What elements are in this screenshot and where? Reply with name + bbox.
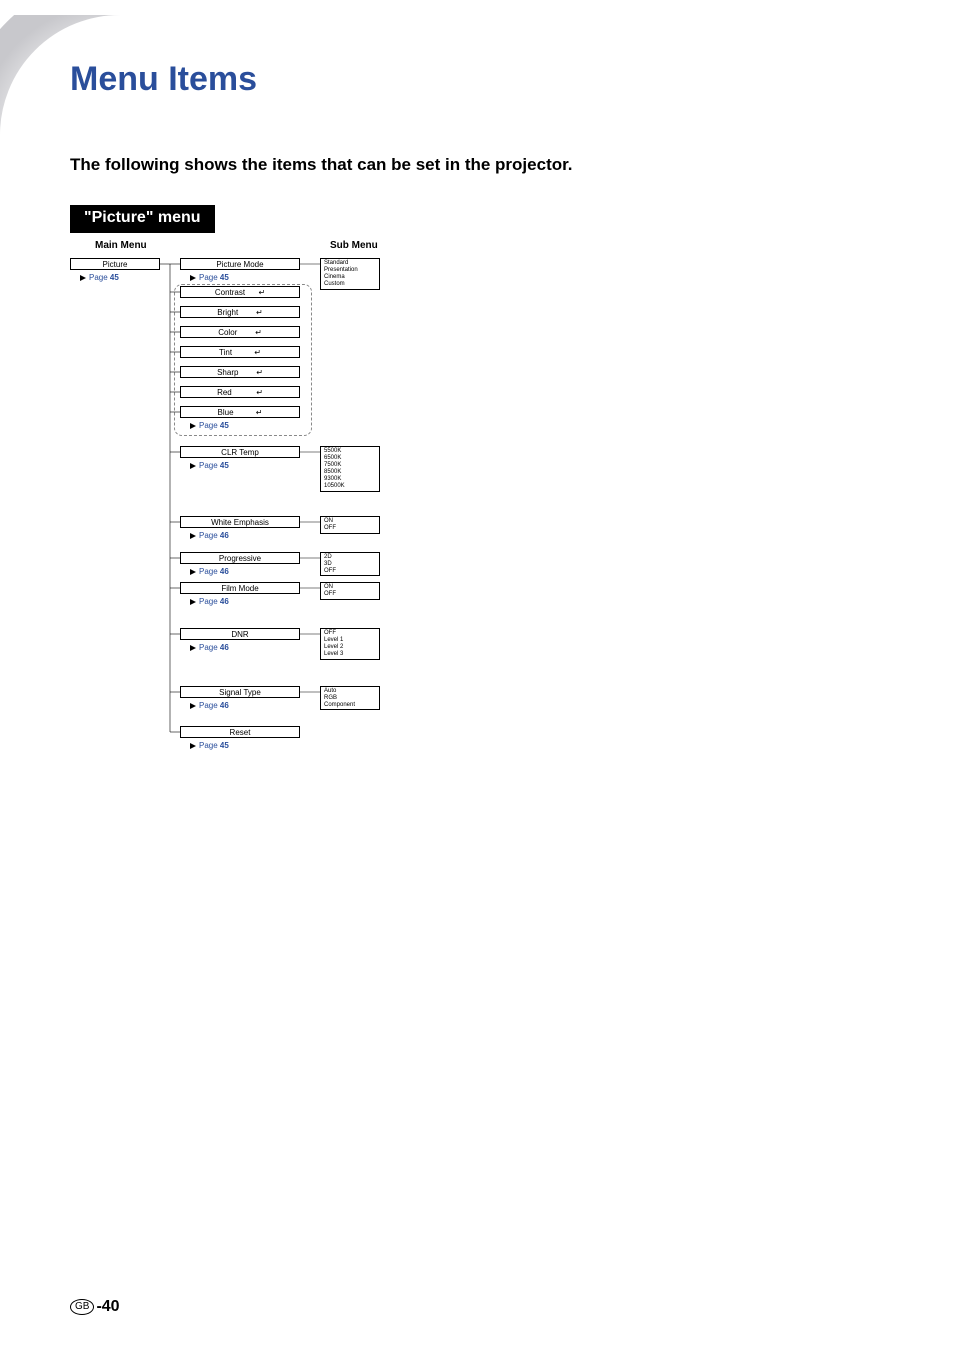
mid-clrtemp-pref: Page 45 [190,461,229,470]
mid-film: Film Mode [180,582,300,594]
mid-blue: Blue ↵ [180,406,300,418]
mid-signal: Signal Type [180,686,300,698]
enter-icon: ↵ [256,368,263,377]
mid-signal-pref: Page 46 [190,701,229,710]
section-heading: "Picture" menu [70,205,215,233]
page-title: Menu Items [70,60,257,99]
pointer-arrow-icon [190,463,196,469]
mid-tint: Tint ↵ [180,346,300,358]
page-number: -40 [96,1298,119,1316]
enter-icon: ↵ [256,408,263,417]
region-badge: GB [70,1299,94,1315]
enter-icon: ↵ [256,308,263,317]
mid-progressive: Progressive [180,552,300,564]
mid-reset: Reset [180,726,300,738]
sub-progressive: 2D 3D OFF [320,552,380,576]
mid-color: Color ↵ [180,326,300,338]
sub-clrtemp: 5500K 6500K 7500K 8500K 9300K 10500K [320,446,380,492]
sub-white: ON OFF [320,516,380,534]
pointer-arrow-icon [190,533,196,539]
main-item-picture: Picture [70,258,160,270]
enter-icon: ↵ [254,348,261,357]
enter-icon: ↵ [258,288,265,297]
mid-red: Red ↵ [180,386,300,398]
mid-dnr-pref: Page 46 [190,643,229,652]
pointer-arrow-icon [190,703,196,709]
mid-blue-pref: Page 45 [190,421,229,430]
intro-text: The following shows the items that can b… [70,155,573,175]
sub-dnr: OFF Level 1 Level 2 Level 3 [320,628,380,660]
mid-progressive-pref: Page 46 [190,567,229,576]
mid-bright: Bright ↵ [180,306,300,318]
page-footer: GB -40 [70,1298,120,1316]
mid-reset-pref: Page 45 [190,741,229,750]
pointer-arrow-icon [190,645,196,651]
mid-contrast: Contrast ↵ [180,286,300,298]
mid-picture-mode: Picture Mode [180,258,300,270]
mid-dnr: DNR [180,628,300,640]
pointer-arrow-icon [190,423,196,429]
mid-picture-mode-pref: Page 45 [190,273,229,282]
sub-picturemode: Standard Presentation Cinema Custom [320,258,380,290]
enter-icon: ↵ [256,388,263,397]
mid-white: White Emphasis [180,516,300,528]
enter-icon: ↵ [255,328,262,337]
pointer-arrow-icon [190,599,196,605]
mid-sharp: Sharp ↵ [180,366,300,378]
main-item-picture-page: Page 45 [80,273,119,282]
sub-signal: Auto RGB Component [320,686,380,710]
pointer-arrow-icon [190,743,196,749]
mid-film-pref: Page 46 [190,597,229,606]
pointer-arrow-icon [190,569,196,575]
sub-film: ON OFF [320,582,380,600]
mid-white-pref: Page 46 [190,531,229,540]
mid-clrtemp: CLR Temp [180,446,300,458]
pointer-arrow-icon [80,275,86,281]
pointer-arrow-icon [190,275,196,281]
